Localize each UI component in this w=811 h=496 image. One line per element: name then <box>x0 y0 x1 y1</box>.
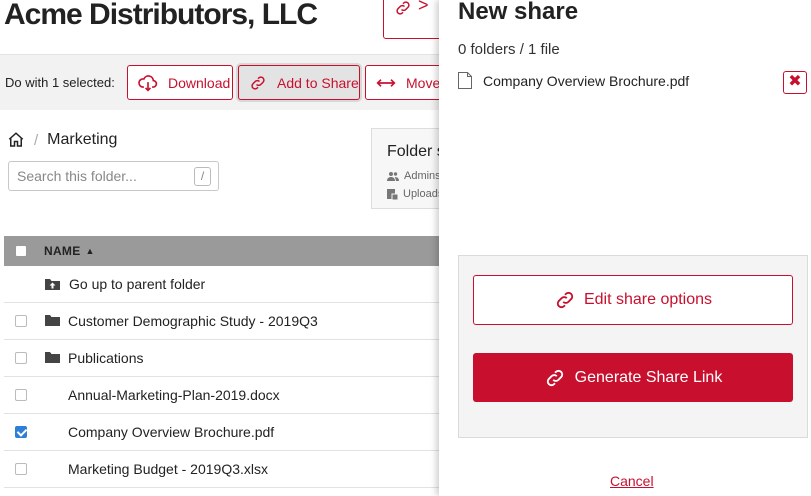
file-table: NAME ▲ Go up to parent folder Customer D… <box>4 236 444 488</box>
table-row-label: Go up to parent folder <box>69 276 206 292</box>
file-icon <box>458 72 472 89</box>
table-row[interactable]: Company Overview Brochure.pdf <box>4 414 444 451</box>
row-checkbox-checked[interactable] <box>15 426 27 438</box>
selection-label: Do with 1 selected: <box>5 75 115 90</box>
download-label: Download <box>168 74 231 91</box>
add-to-share-button[interactable]: Add to Share <box>238 65 360 100</box>
link-icon <box>396 1 410 15</box>
row-checkbox[interactable] <box>15 315 27 327</box>
new-share-panel: New share 0 folders / 1 file Company Ove… <box>439 0 811 496</box>
folder-info-admins: Admins <box>387 170 441 182</box>
folder-search[interactable]: / <box>8 161 219 191</box>
breadcrumb: / Marketing <box>7 131 117 149</box>
upload-file-icon <box>387 188 398 200</box>
row-checkbox[interactable] <box>15 463 27 475</box>
close-icon: ✖ <box>788 73 802 90</box>
table-header: NAME ▲ <box>4 236 444 266</box>
selected-file-name: Company Overview Brochure.pdf <box>483 72 690 89</box>
users-icon <box>387 172 399 181</box>
add-to-share-label: Add to Share <box>277 74 359 91</box>
sort-ascending-icon: ▲ <box>85 246 95 256</box>
chevron-right-icon: > <box>418 0 429 15</box>
home-icon[interactable] <box>7 131 25 149</box>
breadcrumb-separator: / <box>34 131 39 149</box>
move-label: Move <box>406 74 441 91</box>
search-input[interactable] <box>17 168 193 184</box>
cancel-link[interactable]: Cancel <box>610 473 654 489</box>
edit-share-options-button[interactable]: Edit share options <box>473 275 793 325</box>
table-row-label: Publications <box>68 350 144 366</box>
cloud-download-icon <box>138 74 158 92</box>
table-row-label: Customer Demographic Study - 2019Q3 <box>68 313 318 329</box>
link-icon <box>546 369 563 386</box>
name-column-header[interactable]: NAME ▲ <box>44 244 95 258</box>
folder-up-icon <box>45 279 60 290</box>
link-icon <box>556 291 574 309</box>
table-row[interactable]: Annual-Marketing-Plan-2019.docx <box>4 377 444 414</box>
select-all-checkbox[interactable] <box>15 245 27 257</box>
panel-title: New share <box>458 0 579 25</box>
selection-action-bar: Do with 1 selected: Download Add to Shar… <box>0 54 465 110</box>
remove-file-button[interactable]: ✖ <box>783 71 807 94</box>
edit-share-options-label: Edit share options <box>583 291 713 308</box>
move-arrows-icon <box>376 78 396 87</box>
table-row-label: Annual-Marketing-Plan-2019.docx <box>68 387 280 403</box>
folder-info-title: Folder s <box>387 143 445 160</box>
folder-icon <box>45 315 60 326</box>
table-row[interactable]: Customer Demographic Study - 2019Q3 <box>4 303 444 340</box>
share-actions-box: Edit share options Generate Share Link <box>458 255 808 438</box>
table-row-label: Marketing Budget - 2019Q3.xlsx <box>68 461 268 477</box>
folder-icon <box>45 352 60 363</box>
search-shortcut-hint: / <box>194 167 211 186</box>
table-row[interactable]: Publications <box>4 340 444 377</box>
link-icon <box>251 75 265 90</box>
row-checkbox[interactable] <box>15 352 27 364</box>
generate-share-link-label: Generate Share Link <box>574 368 723 386</box>
selected-file-item: Company Overview Brochure.pdf <box>458 72 689 89</box>
breadcrumb-current-folder[interactable]: Marketing <box>47 131 117 149</box>
parent-folder-row[interactable]: Go up to parent folder <box>4 266 444 303</box>
table-row[interactable]: Marketing Budget - 2019Q3.xlsx <box>4 451 444 488</box>
table-row-label: Company Overview Brochure.pdf <box>68 424 275 440</box>
row-checkbox[interactable] <box>15 389 27 401</box>
company-title: Acme Distributors, LLC <box>4 0 318 31</box>
share-item-counts: 0 folders / 1 file <box>458 41 560 58</box>
download-button[interactable]: Download <box>127 65 233 100</box>
folder-info-uploads: Uploads <box>387 188 443 200</box>
generate-share-link-button[interactable]: Generate Share Link <box>473 353 793 402</box>
